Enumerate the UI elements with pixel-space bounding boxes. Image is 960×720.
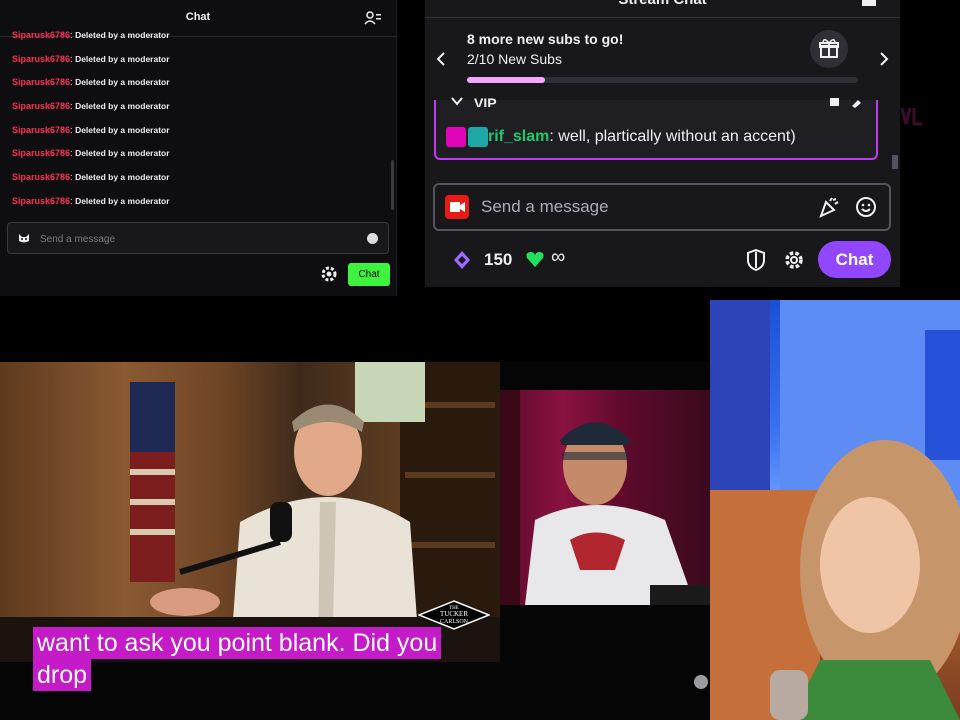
stream-chat-title: Stream Chat — [425, 0, 900, 8]
chat-message: Siparusk6786: Deleted by a moderator — [12, 97, 382, 121]
chat-username[interactable]: Siparusk6786 — [12, 101, 70, 111]
deleted-message-text: Deleted by a moderator — [75, 101, 170, 112]
watermark-icon — [694, 675, 708, 689]
deleted-message-text: Deleted by a moderator — [75, 77, 170, 88]
chevron-right-icon[interactable] — [877, 50, 891, 68]
streamer-webcam-image — [710, 300, 960, 720]
settings-gear-icon[interactable] — [320, 265, 338, 283]
stream-chat-header: Stream Chat — [425, 0, 900, 10]
chat-send-button[interactable]: Chat — [348, 263, 390, 286]
background-remnant — [900, 104, 930, 128]
deleted-message-text: Deleted by a moderator — [75, 124, 170, 135]
tucker-carlson-logo: THE TUCKER CARLSON — [418, 600, 490, 630]
vip-message-text: : well, plartically without an accent) — [549, 128, 796, 146]
gift-icon — [819, 39, 839, 58]
chat-message: Siparusk6786: Deleted by a moderator — [12, 168, 382, 192]
channel-points-count[interactable]: 150 — [484, 250, 512, 270]
chevron-left-icon[interactable] — [434, 50, 448, 68]
chat-message: Siparusk6786: Deleted by a moderator — [12, 121, 382, 145]
infinity-label: ∞ — [551, 246, 566, 268]
chat-username[interactable]: Siparusk6786 — [12, 77, 70, 87]
gift-button[interactable] — [810, 30, 848, 68]
heart-icon — [526, 252, 544, 267]
collapse-icon[interactable] — [862, 0, 876, 6]
vip-label: VIP — [474, 95, 497, 107]
video-caption: want to ask you point blank. Did you dro… — [33, 627, 470, 691]
pin-icon[interactable] — [828, 96, 864, 108]
message-list: Siparusk6786: Deleted by a moderator Sipa… — [12, 26, 382, 216]
svg-text:CARLSON: CARLSON — [440, 619, 469, 625]
users-icon[interactable] — [364, 10, 382, 26]
chevron-down-icon[interactable] — [450, 96, 464, 108]
hype-title: 8 more new subs to go! — [467, 31, 624, 47]
vip-message: rif_slam: well, plartically without an a… — [446, 127, 796, 147]
guest-scene-image — [500, 390, 710, 605]
emote-picker-icon[interactable] — [855, 196, 877, 218]
vip-message-card: VIP rif_slam: well, plartically without … — [434, 95, 878, 160]
chat-input-box[interactable] — [433, 183, 891, 231]
deleted-message-text: Deleted by a moderator — [75, 30, 170, 40]
party-popper-icon[interactable] — [818, 196, 840, 218]
channel-points-icon[interactable] — [453, 250, 471, 270]
chat-username[interactable]: Siparusk6786 — [12, 125, 70, 135]
message-input[interactable] — [40, 231, 350, 247]
chat-send-button[interactable]: Chat — [818, 241, 891, 278]
hype-subtitle: 2/10 New Subs — [467, 51, 562, 67]
chat-username[interactable]: Siparusk6786 — [12, 148, 70, 158]
chat-message: Siparusk6786: Deleted by a moderator — [12, 73, 382, 97]
deleted-message-text: Deleted by a moderator — [75, 195, 170, 206]
cat-icon[interactable] — [17, 231, 31, 245]
shield-icon[interactable] — [746, 249, 766, 271]
screen: Chat Siparusk6786: Deleted by a moderato… — [0, 0, 960, 720]
subscriber-badge-icon[interactable] — [468, 127, 488, 147]
vip-username[interactable]: rif_slam — [488, 128, 549, 145]
scrollbar[interactable] — [892, 155, 898, 169]
caption-line-1: want to ask you point blank. Did you — [33, 627, 442, 659]
deleted-message-text: Deleted by a moderator — [75, 53, 170, 64]
streamer-guest-video-frame — [500, 390, 710, 605]
streamer-webcam-frame — [710, 300, 960, 720]
hype-train-banner: 8 more new subs to go! 2/10 New Subs — [425, 18, 900, 100]
emote-icon[interactable] — [367, 233, 378, 244]
hype-progress-fill — [467, 77, 546, 83]
chat-username[interactable]: Siparusk6786 — [12, 54, 70, 64]
scrollbar[interactable] — [391, 160, 394, 210]
chat-panel-left: Chat Siparusk6786: Deleted by a moderato… — [0, 0, 397, 296]
caption-line-2: drop — [33, 659, 92, 691]
video-camera-icon[interactable] — [445, 195, 469, 219]
chat-message: Siparusk6786: Deleted by a moderator — [12, 26, 382, 50]
svg-text:TUCKER: TUCKER — [440, 610, 468, 618]
chat-message: Siparusk6786: Deleted by a moderator — [12, 50, 382, 74]
deleted-message-text: Deleted by a moderator — [75, 148, 170, 159]
chat-message: Siparusk6786: Deleted by a moderator — [12, 144, 382, 168]
hype-progress-bar — [467, 77, 858, 83]
chat-title: Chat — [185, 11, 211, 23]
chat-username[interactable]: Siparusk6786 — [12, 30, 70, 40]
chat-username[interactable]: Siparusk6786 — [12, 196, 70, 206]
chat-username[interactable]: Siparusk6786 — [12, 172, 70, 182]
deleted-message-text: Deleted by a moderator — [75, 172, 170, 183]
chat-input-box[interactable] — [7, 222, 389, 254]
vip-badge-icon[interactable] — [446, 127, 466, 147]
chat-message: Siparusk6786: Deleted by a moderator — [12, 192, 382, 216]
chat-panel-right: Stream Chat 8 more new subs to go! 2/10 … — [425, 0, 900, 287]
message-input[interactable] — [481, 197, 801, 217]
settings-gear-icon[interactable] — [783, 249, 805, 271]
